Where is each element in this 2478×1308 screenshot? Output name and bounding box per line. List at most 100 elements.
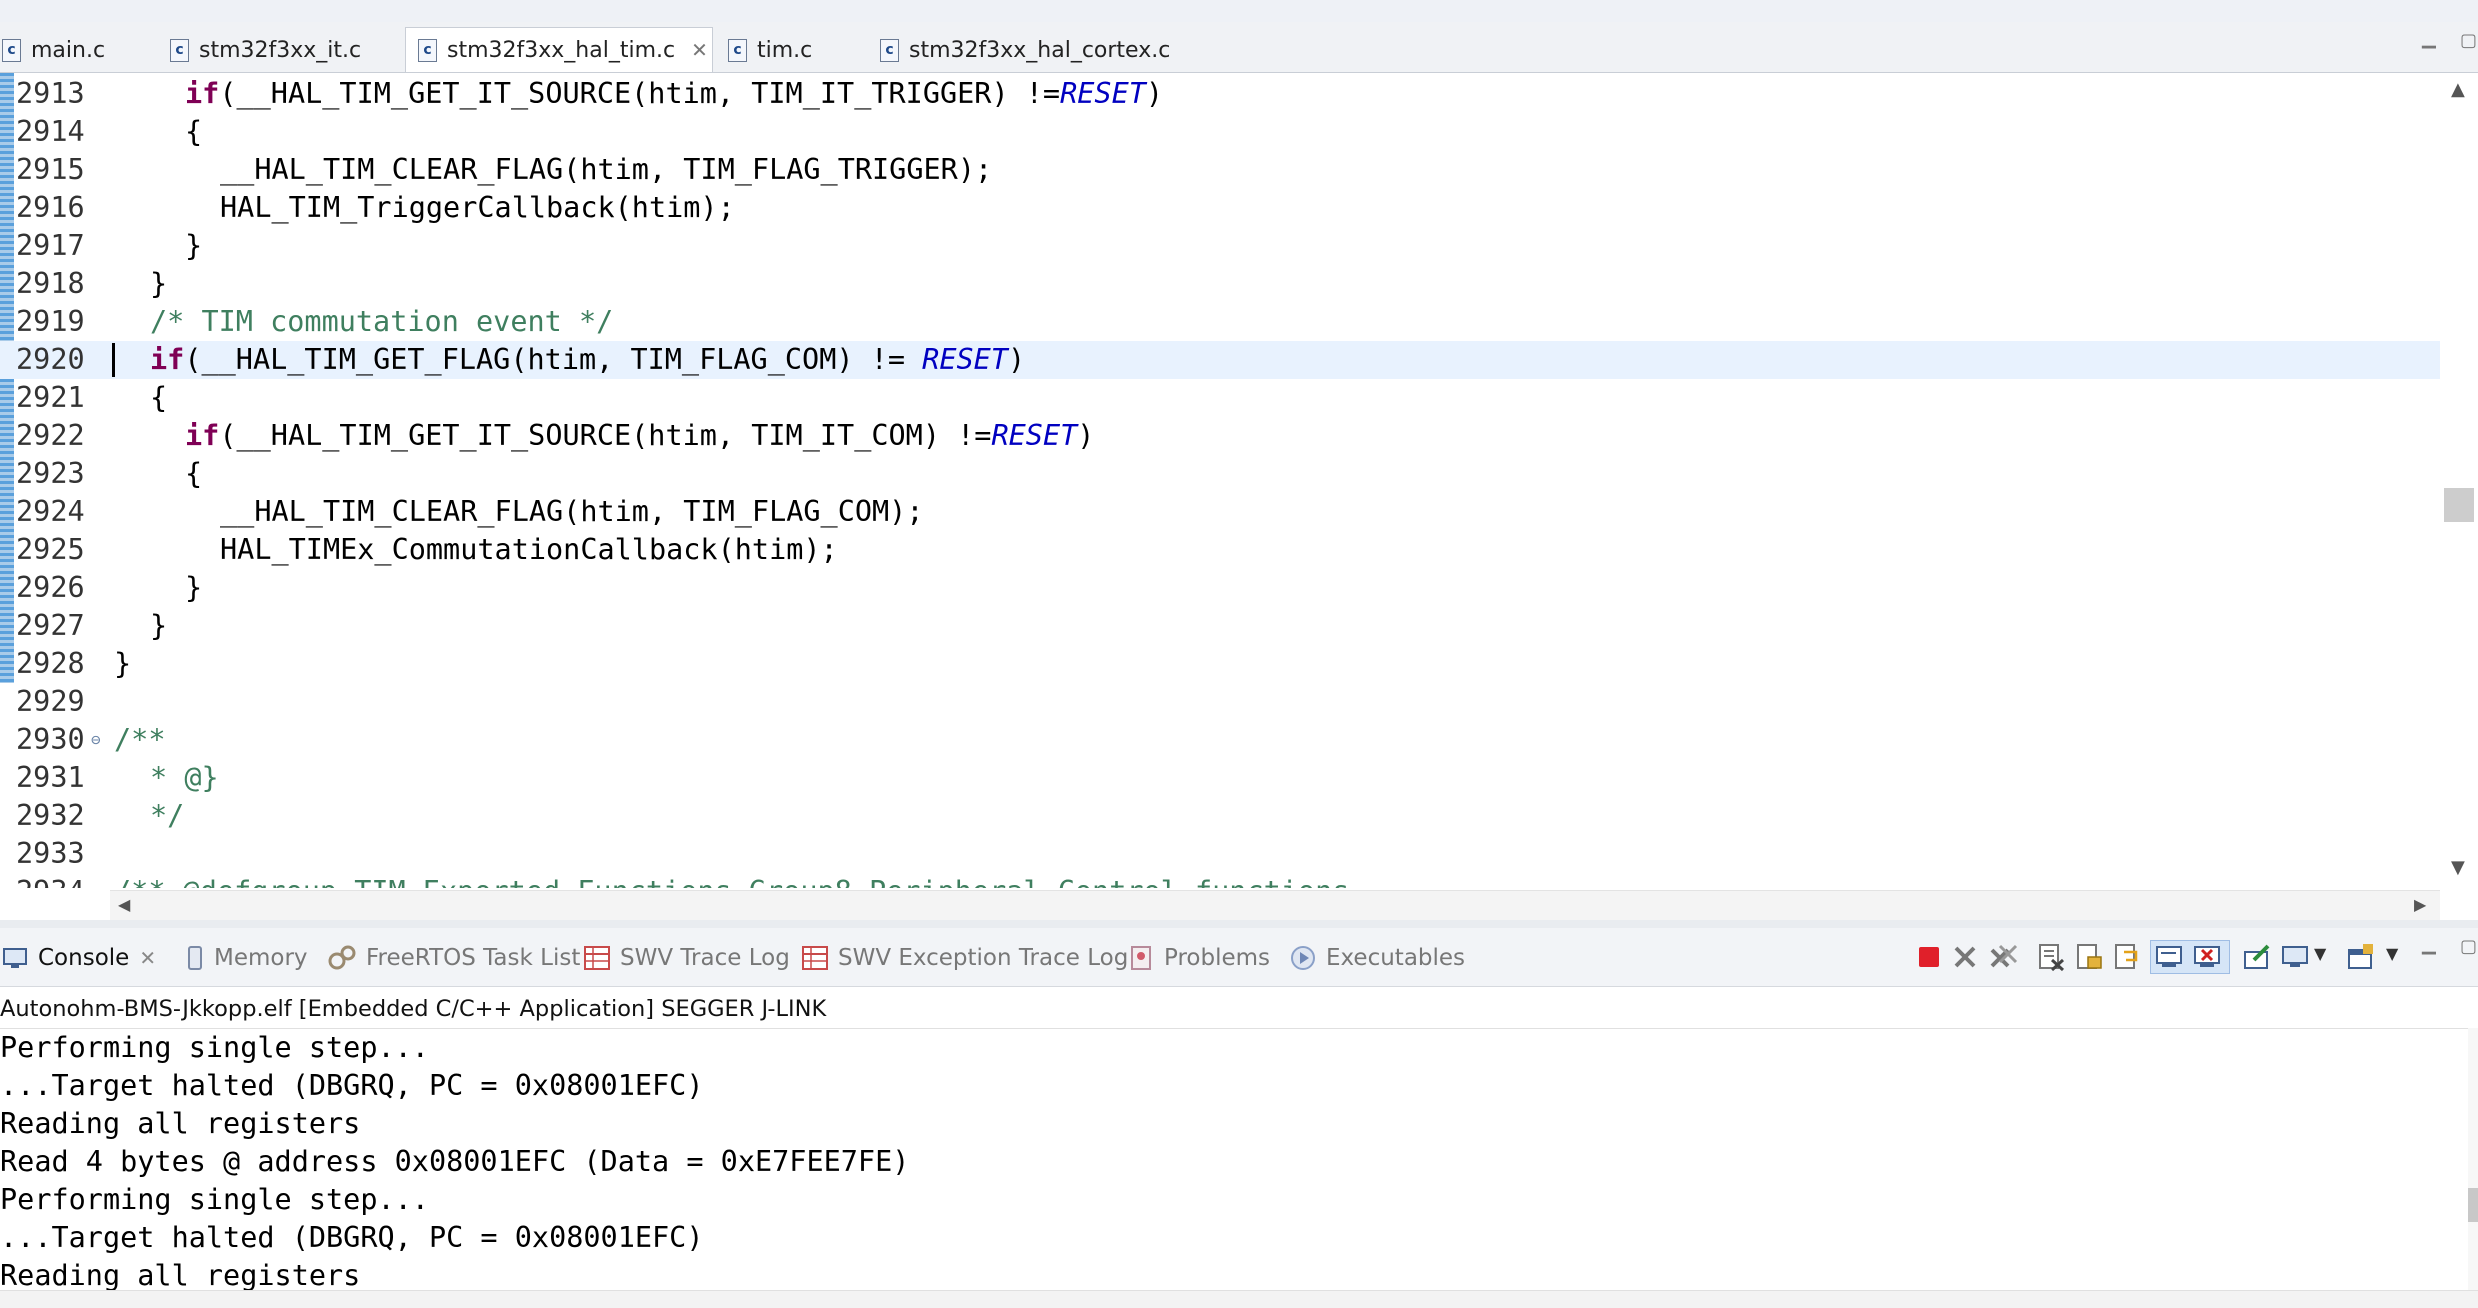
scroll-up-arrow-icon[interactable]: ▲ — [2451, 79, 2465, 100]
code-line: 2916 HAL_TIM_TriggerCallback(htim); — [0, 189, 2450, 227]
line-number: 2927 — [16, 609, 85, 642]
tab-label: Memory — [214, 945, 308, 971]
tab-label: tim.c — [757, 37, 813, 63]
code-line: 2931 * @} — [0, 759, 2450, 797]
line-number: 2930 — [16, 723, 85, 756]
scroll-down-arrow-icon[interactable]: ▼ — [2451, 857, 2465, 878]
tab-label: stm32f3xx_it.c — [199, 37, 362, 63]
console-line: Performing single step... — [0, 1183, 429, 1216]
tab-tim-c[interactable]: c tim.c — [728, 28, 812, 72]
word-wrap-icon[interactable] — [2112, 942, 2142, 972]
console-icon — [3, 948, 27, 968]
code-line: 2926 } — [0, 569, 2450, 607]
clear-console-icon[interactable] — [2036, 942, 2066, 972]
line-number: 2934 — [16, 873, 85, 888]
text-caret — [112, 343, 115, 377]
console-line: Performing single step... — [0, 1031, 429, 1064]
code-line: 2915 __HAL_TIM_CLEAR_FLAG(htim, TIM_FLAG… — [0, 151, 2450, 189]
tab-stm32f3xx-hal-tim-c[interactable]: c stm32f3xx_hal_tim.c ✕ — [405, 27, 713, 72]
remove-launch-icon[interactable] — [1950, 942, 1980, 972]
line-code: __HAL_TIM_CLEAR_FLAG(htim, TIM_FLAG_COM)… — [220, 495, 924, 528]
scrollbar-thumb[interactable] — [2468, 1188, 2478, 1222]
line-code: } — [150, 609, 168, 642]
terminate-icon[interactable] — [1914, 942, 1944, 972]
editor-vertical-scrollbar[interactable]: ▲ ▼ — [2440, 73, 2478, 888]
code-line: 2919 /* TIM commutation event */ — [0, 303, 2450, 341]
tab-label: Console — [38, 945, 130, 971]
tab-swv-exception-trace-log[interactable]: SWV Exception Trace Log — [802, 938, 1128, 978]
line-code: { — [185, 115, 203, 148]
fold-collapse-icon[interactable]: ⊖ — [91, 721, 101, 759]
line-code: /** @defgroup TIM_Exported_Functions_Gro… — [114, 873, 1349, 888]
open-console-icon[interactable] — [2346, 942, 2376, 972]
console-line: ...Target halted (DBGRQ, PC = 0x08001EFC… — [0, 1069, 704, 1102]
display-console-icon[interactable] — [2280, 942, 2310, 972]
console-line: Read 4 bytes @ address 0x08001EFC (Data … — [0, 1145, 910, 1178]
executables-icon — [1291, 946, 1315, 970]
line-number: 2913 — [16, 77, 85, 110]
tab-main-c[interactable]: c main.c — [2, 28, 105, 72]
line-number: 2931 — [16, 761, 85, 794]
scroll-right-arrow-icon[interactable]: ▶ — [2414, 895, 2426, 914]
tab-console[interactable]: Console ✕ — [2, 938, 156, 978]
line-number: 2924 — [16, 495, 85, 528]
line-code: { — [150, 381, 168, 414]
maximize-view-icon[interactable]: ▢ — [2460, 936, 2477, 957]
tab-swv-trace-log[interactable]: SWV Trace Log — [584, 938, 790, 978]
memory-icon — [188, 946, 202, 970]
gears-icon — [328, 945, 356, 970]
tab-freertos-task-list[interactable]: FreeRTOS Task List — [328, 938, 580, 978]
code-line: 2927 } — [0, 607, 2450, 645]
console-vertical-scrollbar[interactable] — [2468, 1028, 2478, 1290]
line-code: if(__HAL_TIM_GET_FLAG(htim, TIM_FLAG_COM… — [150, 343, 1026, 376]
line-number: 2929 — [16, 685, 85, 718]
tab-label: main.c — [31, 37, 106, 63]
console-horizontal-scrollbar[interactable] — [0, 1290, 2478, 1308]
open-console-dropdown-icon[interactable]: ▼ — [2386, 944, 2398, 963]
line-code: * @} — [150, 761, 219, 794]
pin-console-icon[interactable] — [2242, 942, 2272, 972]
scroll-lock-icon[interactable] — [2074, 942, 2104, 972]
line-code: HAL_TIMEx_CommutationCallback(htim); — [220, 533, 838, 566]
line-code: */ — [150, 799, 185, 832]
minimize-view-icon[interactable]: ▁ — [2422, 934, 2436, 955]
close-tab-icon[interactable]: ✕ — [139, 946, 156, 970]
line-code: } — [185, 571, 203, 604]
remove-all-launches-icon[interactable] — [1988, 942, 2018, 972]
line-number: 2920 — [16, 343, 85, 376]
display-console-dropdown-icon[interactable]: ▼ — [2314, 944, 2326, 963]
line-number: 2933 — [16, 837, 85, 870]
console-output[interactable]: Performing single step... ...Target halt… — [0, 1028, 2478, 1291]
line-number: 2921 — [16, 381, 85, 414]
close-tab-icon[interactable]: ✕ — [691, 38, 708, 62]
show-on-stdout-icon[interactable] — [2154, 942, 2184, 972]
tab-label: SWV Exception Trace Log — [838, 945, 1129, 971]
line-number: 2919 — [16, 305, 85, 338]
tab-stm32f3xx-it-c[interactable]: c stm32f3xx_it.c — [170, 28, 361, 72]
line-number: 2916 — [16, 191, 85, 224]
tab-label: Executables — [1326, 945, 1466, 971]
editor-horizontal-scrollbar[interactable]: ◀ ▶ — [110, 890, 2440, 921]
scrollbar-thumb[interactable] — [2444, 488, 2474, 522]
c-file-icon: c — [880, 38, 899, 62]
panel-splitter[interactable] — [0, 920, 2478, 928]
line-code: if(__HAL_TIM_GET_IT_SOURCE(htim, TIM_IT_… — [185, 77, 1164, 110]
code-line: 2928 } — [0, 645, 2450, 683]
tab-problems[interactable]: Problems — [1130, 938, 1270, 978]
console-line: ...Target halted (DBGRQ, PC = 0x08001EFC… — [0, 1221, 704, 1254]
code-line: 2924 __HAL_TIM_CLEAR_FLAG(htim, TIM_FLAG… — [0, 493, 2450, 531]
tab-memory[interactable]: Memory — [186, 938, 308, 978]
line-number: 2915 — [16, 153, 85, 186]
scroll-left-arrow-icon[interactable]: ◀ — [118, 895, 130, 914]
maximize-editor-icon[interactable]: ▢ — [2460, 30, 2477, 51]
code-editor[interactable]: 2913 if(__HAL_TIM_GET_IT_SOURCE(htim, TI… — [0, 73, 2450, 888]
line-number: 2918 — [16, 267, 85, 300]
minimize-editor-icon[interactable]: ▁ — [2422, 28, 2436, 49]
show-on-stderr-icon[interactable] — [2192, 942, 2222, 972]
current-code-line: 2920 if(__HAL_TIM_GET_FLAG(htim, TIM_FLA… — [0, 341, 2450, 379]
table-icon — [584, 946, 610, 970]
tab-stm32f3xx-hal-cortex-c[interactable]: c stm32f3xx_hal_cortex.c — [880, 28, 1170, 72]
window-top-strip — [0, 0, 2478, 23]
line-number: 2926 — [16, 571, 85, 604]
tab-executables[interactable]: Executables — [1290, 938, 1465, 978]
